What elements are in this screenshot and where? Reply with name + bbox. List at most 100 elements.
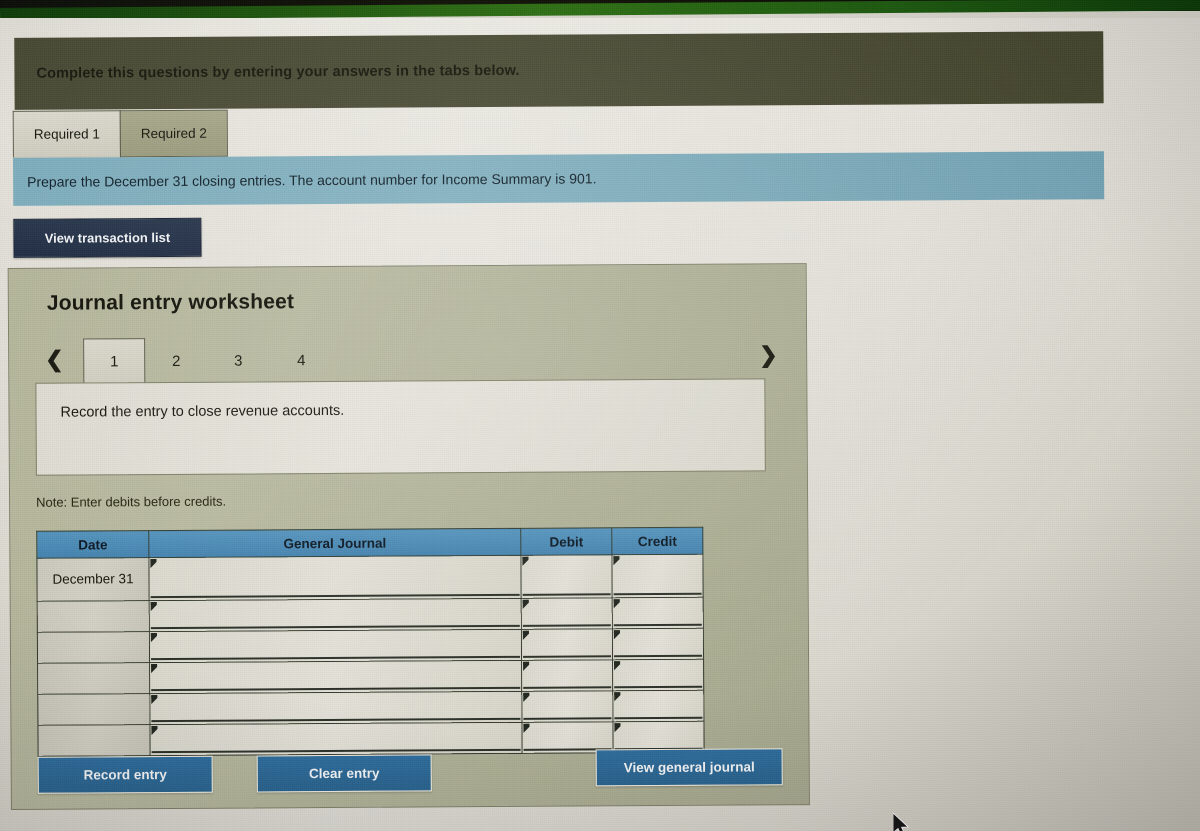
cell-debit[interactable] bbox=[520, 554, 613, 599]
cell-credit[interactable] bbox=[612, 628, 704, 660]
dropdown-caret-icon bbox=[614, 723, 621, 733]
debit-input[interactable] bbox=[522, 630, 612, 658]
worksheet-page-tab-4[interactable]: 4 bbox=[270, 337, 332, 383]
debit-input[interactable] bbox=[523, 661, 612, 689]
dropdown-caret-icon bbox=[523, 723, 530, 733]
cell-general-journal[interactable] bbox=[149, 598, 522, 632]
worksheet-pager: ❮ 1 2 3 4 ❯ bbox=[39, 334, 779, 385]
view-general-journal-button[interactable]: View general journal bbox=[595, 748, 783, 787]
cell-date: December 31 bbox=[36, 557, 150, 602]
table-header-row: Date General Journal Debit Credit bbox=[36, 527, 703, 559]
tab-required-1-label: Required 1 bbox=[33, 126, 100, 142]
debit-input[interactable] bbox=[523, 723, 612, 751]
dropdown-caret-icon bbox=[523, 661, 530, 671]
cell-date bbox=[37, 693, 150, 726]
credit-input[interactable] bbox=[614, 660, 703, 689]
dropdown-caret-icon bbox=[151, 695, 158, 705]
worksheet-description-text: Record the entry to close revenue accoun… bbox=[60, 402, 345, 421]
general-journal-input[interactable] bbox=[150, 556, 520, 599]
cell-date bbox=[37, 724, 151, 757]
debit-input[interactable] bbox=[522, 556, 611, 596]
instructions-banner-text: Complete this questions by entering your… bbox=[36, 62, 520, 82]
cell-date bbox=[37, 631, 150, 664]
cell-general-journal[interactable] bbox=[149, 722, 523, 756]
next-page-icon[interactable]: ❯ bbox=[759, 342, 778, 368]
cell-general-journal[interactable] bbox=[149, 691, 522, 725]
cell-debit[interactable] bbox=[521, 628, 613, 661]
general-journal-input[interactable] bbox=[150, 599, 520, 630]
record-entry-button[interactable]: Record entry bbox=[37, 755, 213, 794]
dropdown-caret-icon bbox=[613, 599, 620, 609]
prev-page-icon[interactable]: ❮ bbox=[45, 347, 64, 373]
dropdown-caret-icon bbox=[613, 556, 620, 566]
worksheet-page-tab-2[interactable]: 2 bbox=[145, 338, 207, 384]
column-header-date: Date bbox=[36, 530, 149, 559]
column-header-general-journal: General Journal bbox=[148, 528, 521, 558]
worksheet-page-tab-3[interactable]: 3 bbox=[207, 337, 269, 383]
table-row bbox=[37, 597, 704, 633]
cell-date bbox=[37, 600, 150, 633]
debit-input[interactable] bbox=[523, 692, 612, 720]
dropdown-caret-icon bbox=[523, 692, 530, 702]
dropdown-caret-icon bbox=[150, 633, 157, 643]
cell-credit[interactable] bbox=[612, 690, 704, 722]
cell-credit[interactable] bbox=[612, 659, 704, 691]
general-journal-table: Date General Journal Debit Credit Decemb… bbox=[36, 527, 705, 757]
cell-credit[interactable] bbox=[611, 554, 704, 598]
general-journal-input[interactable] bbox=[151, 723, 521, 754]
worksheet-description-box: Record the entry to close revenue accoun… bbox=[35, 378, 766, 476]
cell-general-journal[interactable] bbox=[149, 629, 522, 663]
dropdown-caret-icon bbox=[522, 599, 529, 609]
cell-debit[interactable] bbox=[521, 659, 613, 692]
view-general-journal-label: View general journal bbox=[623, 759, 755, 776]
dropdown-caret-icon bbox=[614, 661, 621, 671]
screenshot-root: Complete this questions by entering your… bbox=[0, 0, 1200, 831]
credit-input[interactable] bbox=[614, 722, 703, 751]
dropdown-caret-icon bbox=[151, 726, 158, 736]
column-header-credit: Credit bbox=[611, 527, 703, 555]
dropdown-caret-icon bbox=[614, 692, 621, 702]
credit-input[interactable] bbox=[613, 629, 703, 658]
instructions-banner: Complete this questions by entering your… bbox=[14, 31, 1104, 110]
table-row bbox=[37, 659, 704, 695]
question-instruction-bar: Prepare the December 31 closing entries.… bbox=[12, 151, 1105, 206]
tab-required-2-label: Required 2 bbox=[140, 125, 207, 142]
clear-entry-button[interactable]: Clear entry bbox=[256, 754, 432, 793]
dropdown-caret-icon bbox=[522, 556, 529, 566]
dropdown-caret-icon bbox=[613, 630, 620, 640]
cell-general-journal[interactable] bbox=[148, 555, 522, 601]
dropdown-caret-icon bbox=[522, 630, 529, 640]
worksheet-note: Note: Enter debits before credits. bbox=[36, 493, 227, 510]
tab-required-2[interactable]: Required 2 bbox=[119, 109, 229, 158]
worksheet-page-tab-3-label: 3 bbox=[233, 352, 243, 370]
credit-input[interactable] bbox=[614, 691, 703, 720]
column-header-debit: Debit bbox=[520, 527, 612, 556]
table-row bbox=[37, 690, 704, 726]
tab-required-1[interactable]: Required 1 bbox=[12, 110, 122, 158]
general-journal-input[interactable] bbox=[151, 692, 521, 723]
journal-entry-worksheet-panel: Journal entry worksheet ❮ 1 2 3 4 ❯ Reco… bbox=[7, 263, 810, 810]
view-transaction-list-label: View transaction list bbox=[44, 229, 171, 246]
table-row bbox=[37, 628, 704, 664]
cell-debit[interactable] bbox=[521, 597, 613, 630]
worksheet-title: Journal entry worksheet bbox=[46, 290, 295, 315]
cell-debit[interactable] bbox=[521, 690, 613, 723]
worksheet-page-tab-4-label: 4 bbox=[296, 351, 306, 369]
worksheet-page-tab-1[interactable]: 1 bbox=[83, 338, 146, 385]
cell-credit[interactable] bbox=[612, 597, 704, 629]
view-transaction-list-button[interactable]: View transaction list bbox=[13, 217, 202, 258]
record-entry-label: Record entry bbox=[83, 766, 167, 783]
credit-input[interactable] bbox=[613, 598, 702, 627]
debit-input[interactable] bbox=[522, 599, 611, 627]
dropdown-caret-icon bbox=[150, 559, 157, 569]
dropdown-caret-icon bbox=[151, 664, 158, 674]
clear-entry-label: Clear entry bbox=[308, 765, 380, 782]
table-row: December 31 bbox=[36, 554, 704, 602]
question-instruction-text: Prepare the December 31 closing entries.… bbox=[27, 170, 597, 190]
cell-general-journal[interactable] bbox=[149, 660, 522, 694]
general-journal-input[interactable] bbox=[150, 630, 521, 661]
mouse-cursor-icon bbox=[892, 812, 913, 831]
dropdown-caret-icon bbox=[150, 602, 157, 612]
general-journal-input[interactable] bbox=[151, 661, 521, 692]
credit-input[interactable] bbox=[613, 555, 702, 596]
